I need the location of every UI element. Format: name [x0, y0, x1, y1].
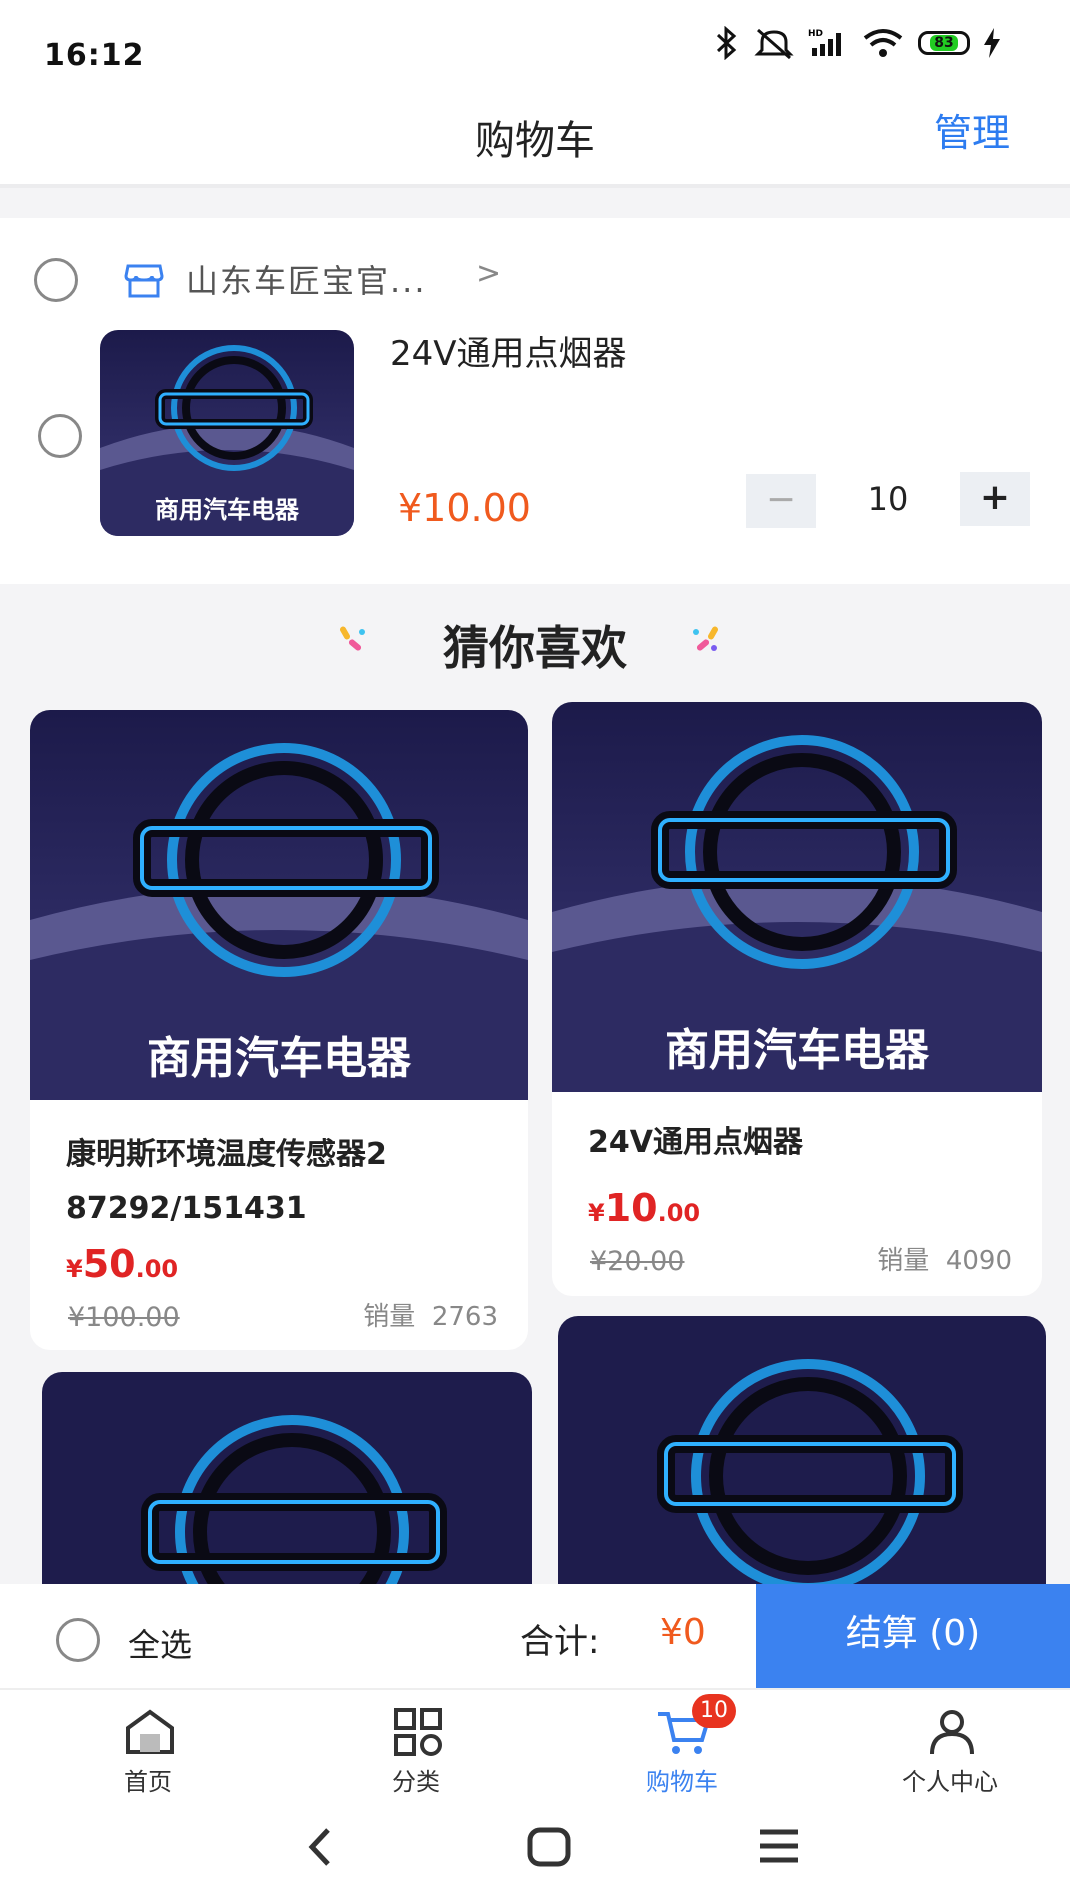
grid-icon	[394, 1708, 442, 1756]
checkout-bar: 全选 合计: ¥0 结算 (0)	[0, 1584, 1070, 1688]
mute-icon	[754, 26, 794, 60]
product-card[interactable]	[558, 1316, 1046, 1606]
product-image[interactable]	[42, 1372, 532, 1612]
page-title: 购物车	[475, 118, 595, 164]
product-card[interactable]: 商用汽车电器 康明斯环境温度传感器2 87292/151431 ¥50.00 ¥…	[30, 710, 528, 1350]
select-all-radio[interactable]	[56, 1618, 100, 1662]
item-price: ¥10.00	[398, 486, 531, 530]
wifi-icon	[862, 26, 904, 60]
user-icon	[930, 1710, 974, 1755]
product-name[interactable]: 康明斯环境温度传感器2	[66, 1128, 387, 1182]
chevron-right-icon[interactable]: >	[476, 256, 501, 291]
tab-label: 分类	[392, 1768, 440, 1796]
back-icon[interactable]	[300, 1822, 340, 1872]
product-card[interactable]: 商用汽车电器 24V通用点烟器 ¥10.00 ¥20.00 销量 4090	[552, 702, 1042, 1296]
tab-cart[interactable]: 10 购物车	[582, 1690, 782, 1800]
cart-badge: 10	[692, 1694, 736, 1728]
tab-bar: 首页 分类 10 购物车 个人中心	[0, 1688, 1070, 1798]
tab-profile[interactable]: 个人中心	[850, 1690, 1050, 1800]
status-icons: HD 83	[714, 26, 1000, 60]
total-label: 合计:	[520, 1622, 600, 1662]
product-price: ¥50.00	[66, 1242, 179, 1286]
product-original-price: ¥20.00	[590, 1246, 685, 1277]
quantity-plus-button[interactable]: +	[960, 472, 1030, 526]
home-nav-icon[interactable]	[526, 1822, 572, 1872]
product-sales: 销量 4090	[877, 1246, 1012, 1276]
item-name[interactable]: 24V通用点烟器	[390, 326, 627, 375]
select-all-label[interactable]: 全选	[128, 1620, 192, 1666]
manage-button[interactable]: 管理	[934, 102, 1010, 157]
product-sales: 销量 2763	[363, 1302, 498, 1332]
system-nav-bar	[0, 1798, 1070, 1903]
product-name-line2[interactable]: 87292/151431	[66, 1182, 307, 1236]
sparkle-right-icon	[693, 626, 718, 651]
shop-select-radio[interactable]	[34, 258, 78, 302]
shop-name[interactable]: 山东车匠宝官...	[186, 256, 427, 302]
product-name[interactable]: 24V通用点烟器	[588, 1116, 803, 1170]
svg-text:HD: HD	[808, 29, 823, 39]
product-card[interactable]	[42, 1372, 532, 1612]
product-image-caption: 商用汽车电器	[665, 1025, 929, 1076]
product-image-caption: 商用汽车电器	[147, 1033, 411, 1084]
status-bar: 16:12 HD 83	[0, 0, 1070, 90]
total-value: ¥0	[660, 1612, 706, 1653]
bluetooth-icon	[714, 26, 740, 60]
tab-label: 购物车	[646, 1768, 718, 1796]
recommend-title: 猜你喜欢	[443, 621, 627, 675]
item-thumbnail[interactable]: 商用汽车电器	[100, 330, 354, 536]
cart-section: 山东车匠宝官... > 商用汽车电器 24V通用点烟器 ¥10.00 − 10 …	[0, 218, 1070, 584]
menu-icon[interactable]	[756, 1822, 802, 1872]
tab-label: 个人中心	[902, 1768, 998, 1796]
quantity-input[interactable]: 10	[846, 480, 930, 518]
tab-label: 首页	[124, 1768, 172, 1796]
quantity-minus-button[interactable]: −	[746, 474, 816, 528]
thumbnail-caption: 商用汽车电器	[155, 496, 299, 524]
tab-category[interactable]: 分类	[316, 1690, 516, 1800]
home-icon	[126, 1709, 174, 1754]
product-image[interactable]	[558, 1316, 1046, 1606]
item-select-radio[interactable]	[38, 414, 82, 458]
charging-icon	[984, 26, 1000, 60]
signal-icon: HD	[808, 26, 848, 60]
cart-page: 16:12 HD 83 购物车 管理 山东车匠宝官... > 商用汽车电器 24…	[0, 0, 1070, 1903]
battery-icon: 83	[918, 31, 970, 55]
checkout-button[interactable]: 结算 (0)	[756, 1584, 1070, 1688]
tab-home[interactable]: 首页	[48, 1690, 248, 1800]
store-icon	[124, 264, 164, 298]
page-header: 购物车 管理	[0, 90, 1070, 188]
status-time: 16:12	[44, 38, 145, 73]
product-price: ¥10.00	[588, 1186, 701, 1230]
product-original-price: ¥100.00	[68, 1302, 180, 1333]
